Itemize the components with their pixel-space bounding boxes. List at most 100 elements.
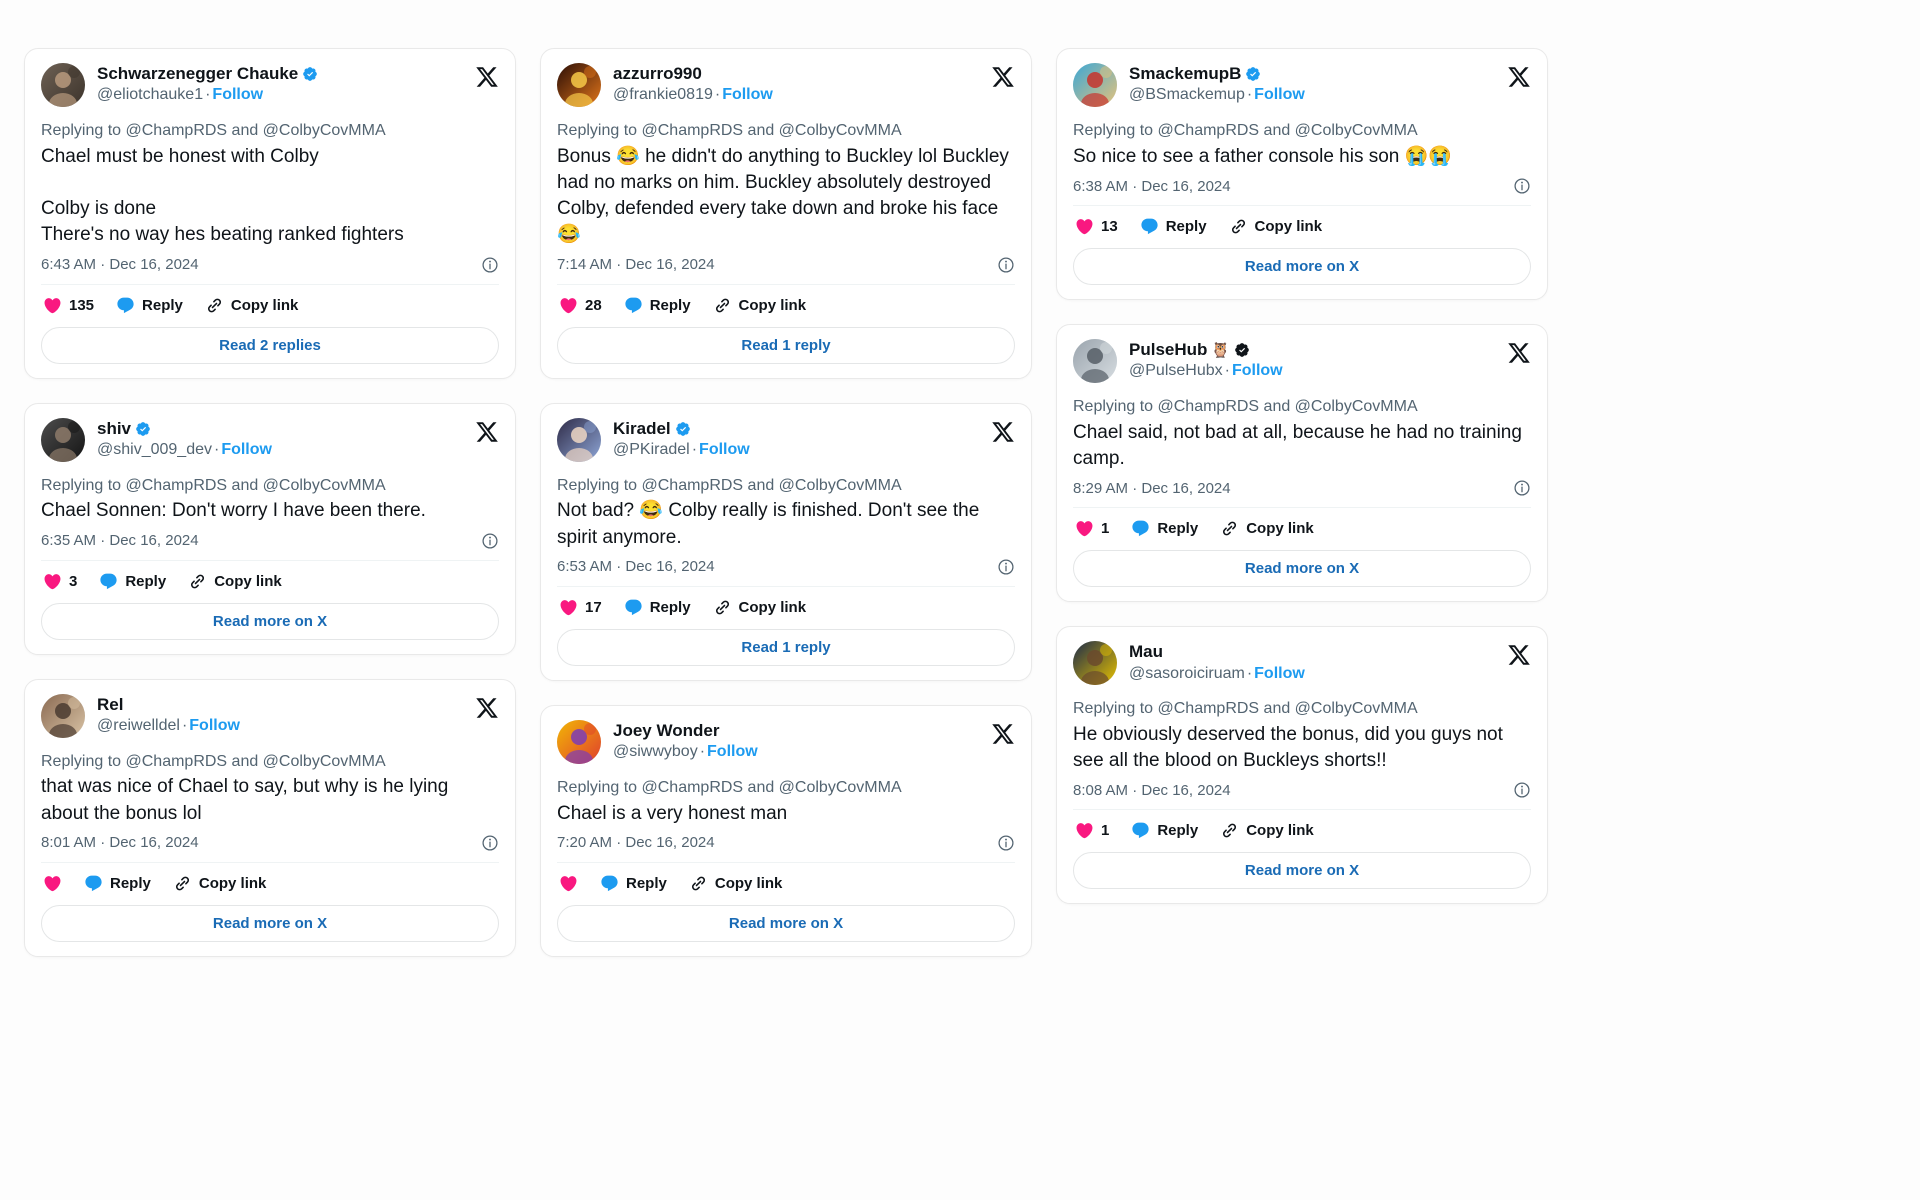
avatar[interactable] xyxy=(557,63,601,107)
read-more-button[interactable]: Read more on X xyxy=(41,602,499,640)
copy-link-label: Copy link xyxy=(198,874,267,892)
follow-link[interactable]: Follow xyxy=(221,441,272,458)
tweet-actions: Reply Copy link xyxy=(557,863,1015,903)
follow-link[interactable]: Follow xyxy=(1254,86,1305,103)
author-handle[interactable]: @frankie0819 xyxy=(613,86,713,103)
reply-button[interactable]: Reply xyxy=(600,874,667,893)
info-circle-icon[interactable] xyxy=(1513,781,1531,799)
follow-link[interactable]: Follow xyxy=(707,743,758,760)
like-button[interactable]: 3 xyxy=(43,572,77,591)
display-name[interactable]: Kiradel xyxy=(613,419,671,439)
display-name[interactable]: Schwarzenegger Chauke xyxy=(97,64,298,84)
x-logo-icon[interactable] xyxy=(475,420,499,444)
reply-button[interactable]: Reply xyxy=(84,874,151,893)
like-button[interactable] xyxy=(43,874,62,893)
reply-button[interactable]: Reply xyxy=(1131,519,1198,538)
x-logo-icon[interactable] xyxy=(991,420,1015,444)
avatar[interactable] xyxy=(557,719,601,764)
info-circle-icon[interactable] xyxy=(997,558,1015,576)
follow-link[interactable]: Follow xyxy=(1232,362,1283,379)
display-name[interactable]: Rel xyxy=(97,695,123,715)
follow-link[interactable]: Follow xyxy=(212,86,263,103)
author-handle[interactable]: @PulseHubx xyxy=(1129,362,1223,379)
reply-button[interactable]: Reply xyxy=(99,572,166,591)
reply-button[interactable]: Reply xyxy=(624,598,691,617)
display-name[interactable]: PulseHub xyxy=(1129,340,1207,360)
avatar[interactable] xyxy=(1073,339,1117,384)
copy-link-button[interactable]: Copy link xyxy=(205,296,298,315)
read-more-button[interactable]: Read more on X xyxy=(1073,550,1531,588)
reply-button[interactable]: Reply xyxy=(624,296,691,315)
like-button[interactable]: 28 xyxy=(559,296,602,315)
reply-bubble-icon xyxy=(624,598,643,617)
reply-bubble-icon xyxy=(1131,821,1150,840)
copy-link-button[interactable]: Copy link xyxy=(689,874,782,893)
read-more-button[interactable]: Read 2 replies xyxy=(41,326,499,364)
avatar[interactable] xyxy=(41,693,85,738)
display-name[interactable]: Mau xyxy=(1129,642,1163,662)
copy-link-button[interactable]: Copy link xyxy=(188,572,282,591)
author-identity: shiv @shiv_009_dev · Follow xyxy=(97,418,499,460)
display-name[interactable]: shiv xyxy=(97,419,131,439)
follow-link[interactable]: Follow xyxy=(722,86,773,103)
x-logo-icon[interactable] xyxy=(475,65,499,89)
x-logo-icon[interactable] xyxy=(991,65,1015,89)
like-button[interactable]: 1 xyxy=(1075,821,1109,840)
author-handle[interactable]: @shiv_009_dev xyxy=(97,441,212,458)
avatar[interactable] xyxy=(41,417,85,462)
x-logo-icon[interactable] xyxy=(1507,341,1531,365)
info-circle-icon[interactable] xyxy=(1513,177,1531,195)
display-name[interactable]: Joey Wonder xyxy=(613,721,719,741)
like-button[interactable]: 1 xyxy=(1075,519,1109,538)
copy-link-button[interactable]: Copy link xyxy=(713,598,806,617)
avatar[interactable] xyxy=(1073,641,1117,686)
avatar[interactable] xyxy=(1073,63,1117,107)
like-button[interactable]: 135 xyxy=(43,296,94,315)
x-logo-icon[interactable] xyxy=(991,722,1015,746)
tweet-card: PulseHub 🦉 @PulseHubx · Follow Replying to @C… xyxy=(1056,324,1548,603)
follow-link[interactable]: Follow xyxy=(699,441,750,458)
follow-link[interactable]: Follow xyxy=(189,717,240,734)
read-more-button[interactable]: Read more on X xyxy=(1073,852,1531,890)
reply-label: Reply xyxy=(125,572,167,590)
read-more-button[interactable]: Read 1 reply xyxy=(557,326,1015,364)
copy-link-button[interactable]: Copy link xyxy=(173,874,267,893)
x-logo-icon[interactable] xyxy=(475,696,499,720)
info-circle-icon[interactable] xyxy=(481,532,499,550)
like-button[interactable]: 13 xyxy=(1075,217,1118,236)
x-logo-icon[interactable] xyxy=(1507,643,1531,667)
read-more-button[interactable]: Read 1 reply xyxy=(557,628,1015,666)
reply-button[interactable]: Reply xyxy=(116,296,183,315)
author-handle[interactable]: @sasoroiciruam xyxy=(1129,665,1245,682)
info-circle-icon[interactable] xyxy=(481,256,499,274)
like-button[interactable]: 17 xyxy=(559,598,602,617)
tweet-actions: 135 Reply Copy link xyxy=(41,285,499,325)
like-count: 28 xyxy=(585,296,602,314)
read-more-button[interactable]: Read more on X xyxy=(41,904,499,942)
follow-link[interactable]: Follow xyxy=(1254,665,1305,682)
author-handle[interactable]: @reiwelldel xyxy=(97,717,180,734)
copy-link-button[interactable]: Copy link xyxy=(1220,519,1314,538)
reply-button[interactable]: Reply xyxy=(1131,821,1198,840)
copy-link-button[interactable]: Copy link xyxy=(713,296,806,315)
display-name[interactable]: SmackemupB xyxy=(1129,64,1241,84)
copy-link-button[interactable]: Copy link xyxy=(1220,821,1314,840)
info-circle-icon[interactable] xyxy=(997,256,1015,274)
author-handle[interactable]: @siwwyboy xyxy=(613,743,698,760)
author-handle[interactable]: @PKiradel xyxy=(613,441,690,458)
info-circle-icon[interactable] xyxy=(997,834,1015,852)
info-circle-icon[interactable] xyxy=(1513,479,1531,497)
read-more-button[interactable]: Read more on X xyxy=(557,904,1015,942)
author-handle[interactable]: @eliotchauke1 xyxy=(97,86,203,103)
info-circle-icon[interactable] xyxy=(481,834,499,852)
reply-button[interactable]: Reply xyxy=(1140,217,1207,236)
display-name[interactable]: azzurro990 xyxy=(613,64,702,84)
tweet-header: Joey Wonder @siwwyboy · Follow xyxy=(557,719,1015,766)
avatar[interactable] xyxy=(557,417,601,462)
copy-link-button[interactable]: Copy link xyxy=(1229,217,1322,236)
avatar[interactable] xyxy=(41,63,85,107)
x-logo-icon[interactable] xyxy=(1507,65,1531,89)
read-more-button[interactable]: Read more on X xyxy=(1073,248,1531,286)
like-button[interactable] xyxy=(559,874,578,893)
author-handle[interactable]: @BSmackemup xyxy=(1129,86,1245,103)
